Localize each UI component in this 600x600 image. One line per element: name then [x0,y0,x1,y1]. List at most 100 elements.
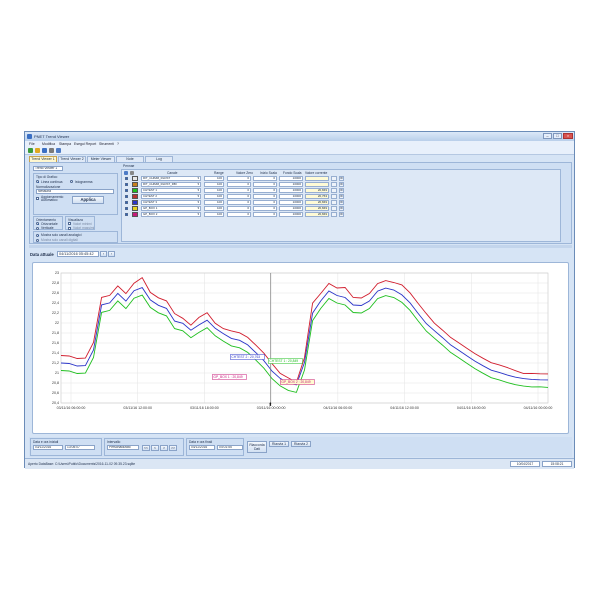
channel-options-button[interactable] [331,188,337,193]
channel-row[interactable]: RIT_CHIMM_RLDST_RBI1000010000⚙ [122,182,560,187]
zero-cell[interactable]: 0 [227,194,251,199]
channel-settings-icon[interactable]: ⚙ [339,176,344,181]
add-pen-icon[interactable] [124,171,128,175]
open-folder-icon[interactable] [35,148,40,153]
nav-first-button[interactable]: << [142,445,150,451]
scale-end-cell[interactable]: 10000 [279,212,303,217]
scale-start-cell[interactable]: 0 [253,188,277,193]
channel-visible-checkbox[interactable] [125,212,128,216]
zero-cell[interactable]: 0 [227,176,251,181]
channel-settings-icon[interactable]: ⚙ [339,182,344,187]
menu-print[interactable]: Stampa [59,142,71,146]
radio-histogram[interactable] [70,180,73,183]
channel-color-swatch[interactable] [132,188,138,193]
minimize-button[interactable]: – [543,133,552,139]
date-prev-button[interactable]: ‹ [100,251,107,257]
menu-file[interactable]: File [29,142,35,146]
scale-end-cell[interactable]: 10000 [279,200,303,205]
settings-icon[interactable] [56,148,61,153]
radio-digital-only[interactable] [36,238,39,242]
trend-chart[interactable]: 20,4 20,6 20,8 21 21,2 21,4 21,6 21,8 22 22,2 22,4… [33,263,568,433]
channel-color-swatch[interactable] [132,194,138,199]
channel-visible-checkbox[interactable] [125,176,128,180]
current-date-field[interactable]: 04/11/2016 05:45:42 [57,251,99,257]
radio-line[interactable] [36,180,39,183]
menu-edit[interactable]: Modifica [42,142,55,146]
channel-row[interactable]: GP_BOX 1100001000020,849⚙ [122,206,560,211]
menu-help[interactable]: ? [117,142,119,146]
channel-row[interactable]: GP_BOX 2100001000020,849⚙ [122,212,560,217]
view-max-checkbox[interactable] [68,226,71,230]
nav-prev-button[interactable]: < [151,445,159,451]
trend-name-field[interactable]: Trend Viewer 1 [33,166,63,171]
zero-cell[interactable]: 0 [227,200,251,205]
start-date-field[interactable]: 03/11/2016 [33,445,63,450]
channel-row[interactable]: CHTEST 3100001000020,849⚙ [122,200,560,205]
channel-color-swatch[interactable] [132,200,138,205]
channel-select[interactable]: RIT_CHIMM_RLDST [141,176,201,181]
range-cell[interactable]: 100 [204,194,224,199]
maximize-button[interactable]: □ [553,133,562,139]
menu-tools[interactable]: Strumenti [99,142,114,146]
channel-options-button[interactable] [331,182,337,187]
channel-options-button[interactable] [331,212,337,217]
save-icon[interactable] [42,148,47,153]
scale-start-cell[interactable]: 0 [253,182,277,187]
scale-start-cell[interactable]: 0 [253,200,277,205]
radio-horizontal[interactable] [36,222,39,225]
radio-vertical[interactable] [36,226,39,230]
radio-analog-only[interactable] [36,233,39,237]
zero-cell[interactable]: 0 [227,206,251,211]
channel-visible-checkbox[interactable] [125,182,128,186]
view-min-checkbox[interactable] [68,222,71,225]
apply-button[interactable]: Applica [72,196,104,204]
scale-start-cell[interactable]: 0 [253,194,277,199]
zero-cell[interactable]: 0 [227,212,251,217]
close-button[interactable]: × [563,133,573,139]
range-cell[interactable]: 100 [204,182,224,187]
scale-start-cell[interactable]: 0 [253,212,277,217]
scale-end-cell[interactable]: 10000 [279,206,303,211]
channel-color-swatch[interactable] [132,176,138,181]
panel-splitter[interactable] [29,245,572,248]
range-cell[interactable]: 100 [204,212,224,217]
channel-color-swatch[interactable] [132,212,138,217]
refresh-icon[interactable] [28,148,33,153]
channel-select[interactable]: CHTEST 1 [141,188,201,193]
channel-settings-icon[interactable]: ⚙ [339,206,344,211]
channel-color-swatch[interactable] [132,206,138,211]
scale-end-cell[interactable]: 10000 [279,194,303,199]
zero-cell[interactable]: 0 [227,182,251,187]
date-next-button[interactable]: › [108,251,115,257]
refresh-data-button[interactable]: Riaccorda Dati [247,441,267,453]
end-time-field[interactable]: 04:01:55 [217,445,243,450]
channel-visible-checkbox[interactable] [125,194,128,198]
channel-visible-checkbox[interactable] [125,188,128,192]
scale-start-cell[interactable]: 0 [253,206,277,211]
menu-report[interactable]: Esegui Report [74,142,96,146]
channel-options-button[interactable] [331,194,337,199]
channel-options-button[interactable] [331,200,337,205]
restart-1-button[interactable]: Riavvia 1 [269,441,289,447]
nav-next-button[interactable]: > [160,445,168,451]
range-cell[interactable]: 100 [204,206,224,211]
range-cell[interactable]: 100 [204,200,224,205]
channel-color-swatch[interactable] [132,182,138,187]
channel-settings-icon[interactable]: ⚙ [339,188,344,193]
channel-select[interactable]: RIT_CHIMM_RLDST_RBI [141,182,201,187]
channel-options-button[interactable] [331,176,337,181]
print-icon[interactable] [49,148,54,153]
channel-row[interactable]: CHTEST 2100001000020,763⚙ [122,194,560,199]
scale-end-cell[interactable]: 10000 [279,188,303,193]
channel-select[interactable]: GP_BOX 2 [141,212,201,217]
channel-row[interactable]: CHTEST 1100001000020,849⚙ [122,188,560,193]
channel-select[interactable]: CHTEST 2 [141,194,201,199]
end-date-field[interactable]: 04/11/2016 [189,445,215,450]
auto-update-checkbox[interactable] [36,197,39,200]
nav-last-button[interactable]: >> [169,445,177,451]
channel-settings-icon[interactable]: ⚙ [339,200,344,205]
scale-start-cell[interactable]: 0 [253,176,277,181]
channel-visible-checkbox[interactable] [125,200,128,204]
scale-end-cell[interactable]: 10000 [279,182,303,187]
scale-end-cell[interactable]: 10000 [279,176,303,181]
